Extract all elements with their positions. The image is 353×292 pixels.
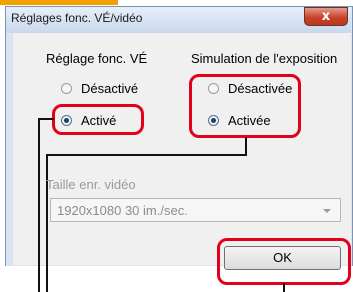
close-icon: x bbox=[321, 9, 331, 24]
chevron-down-icon bbox=[323, 209, 331, 213]
radio-label: Désactivé bbox=[81, 81, 139, 96]
radio-unchecked-icon bbox=[61, 83, 72, 94]
movie-size-value: 1920x1080 30 im./sec. bbox=[57, 203, 188, 218]
connector-line bbox=[38, 118, 54, 120]
connector-line bbox=[46, 154, 247, 156]
ok-button[interactable]: OK bbox=[224, 246, 341, 270]
close-button[interactable]: x bbox=[304, 7, 348, 26]
movie-size-label: Taille enr. vidéo bbox=[46, 177, 136, 192]
window-title: Réglages fonc. VÉ/vidéo bbox=[11, 11, 143, 25]
exposure-simulation-highlight bbox=[189, 74, 301, 138]
live-view-disable-radio[interactable]: Désactivé bbox=[61, 81, 138, 96]
connector-line bbox=[283, 283, 285, 292]
movie-size-select[interactable]: 1920x1080 30 im./sec. bbox=[50, 198, 341, 222]
connector-line bbox=[38, 118, 40, 292]
dialog-content bbox=[13, 33, 351, 265]
exposure-simulation-heading: Simulation de l'exposition bbox=[191, 51, 338, 66]
top-tab-strip bbox=[0, 0, 118, 5]
live-view-heading: Réglage fonc. VÉ bbox=[46, 51, 148, 66]
live-view-enable-highlight bbox=[52, 104, 144, 135]
connector-line bbox=[46, 154, 48, 292]
